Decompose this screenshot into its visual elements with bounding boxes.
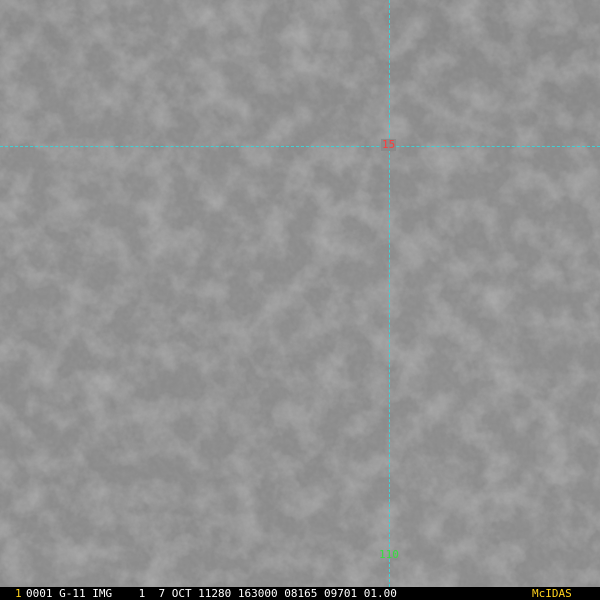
latitude-grid-line xyxy=(0,146,600,147)
satellite-viewer: 15 110 1 0001 G-11 IMG 1 7 OCT 11280 163… xyxy=(0,0,600,600)
frame-number: 1 xyxy=(15,587,22,600)
longitude-label: 110 xyxy=(379,548,399,561)
image-info-text: 0001 G-11 IMG 1 7 OCT 11280 163000 08165… xyxy=(26,587,397,600)
mcidas-status-bar: 1 0001 G-11 IMG 1 7 OCT 11280 163000 081… xyxy=(0,587,600,600)
latitude-label: 15 xyxy=(381,138,397,151)
satellite-cloud-image xyxy=(0,0,600,587)
mcidas-brand-label: McIDAS xyxy=(532,587,572,600)
longitude-grid-line xyxy=(389,0,390,587)
